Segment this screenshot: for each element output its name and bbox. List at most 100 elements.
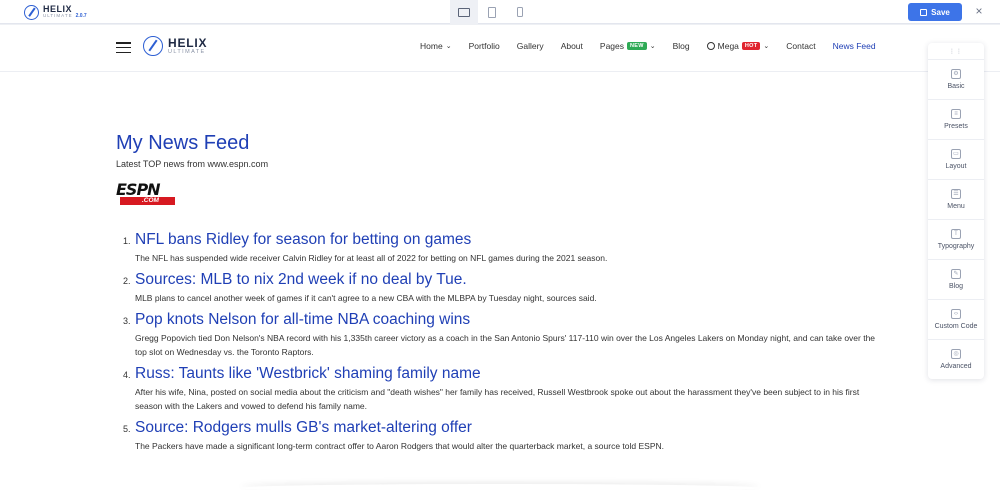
panel-presets-icon: ≡ — [951, 109, 961, 119]
tablet-view-button[interactable] — [478, 0, 506, 24]
nav-item-home[interactable]: Home ⌄ — [420, 41, 452, 51]
preview-bottom-edge — [240, 484, 760, 490]
panel-basic-icon: ⚙ — [951, 69, 961, 79]
panel-item-label: Blog — [948, 283, 963, 290]
nav-item-label: Gallery — [516, 41, 544, 51]
site-preview: HELIX ULTIMATE Home ⌄ Portfolio Gallery Abou… — [0, 25, 1000, 490]
nav-item-blog[interactable]: Blog — [673, 41, 690, 51]
news-description: Gregg Popovich tied Don Nelson's NBA rec… — [135, 333, 876, 357]
news-item: 4. Russ: Taunts like 'Westbrick' shaming … — [116, 363, 886, 413]
builder-logo-sub: ULTIMATE — [43, 13, 73, 19]
save-button[interactable]: Save — [908, 3, 962, 21]
panel-item-advanced[interactable]: ◎ Advanced — [928, 339, 984, 379]
mobile-view-button[interactable] — [506, 0, 534, 24]
mobile-icon — [517, 7, 523, 17]
nav-item-label: Contact — [786, 41, 816, 51]
helix-logo-icon — [24, 4, 39, 20]
panel-item-blog[interactable]: ✎ Blog — [928, 259, 984, 299]
panel-custom-code-icon: ‹› — [951, 309, 961, 319]
chevron-down-icon: ⌄ — [445, 43, 452, 50]
panel-item-label: Advanced — [940, 363, 972, 370]
news-headline-link[interactable]: Russ: Taunts like 'Westbrick' shaming fa… — [135, 363, 886, 384]
news-description: The Packers have made a significant long… — [135, 441, 665, 451]
panel-item-label: Presets — [944, 123, 968, 130]
nav-item-label: News Feed — [832, 41, 876, 51]
nav-item-pages[interactable]: Pages NEW ⌄ — [600, 41, 656, 51]
nav-item-contact[interactable]: Contact — [786, 41, 815, 51]
tablet-icon — [488, 6, 496, 18]
site-logo[interactable]: HELIX ULTIMATE — [143, 36, 207, 56]
chevron-down-icon: ⌄ — [763, 43, 770, 50]
news-item-number: 4. — [123, 370, 131, 380]
panel-item-label: Basic — [947, 83, 965, 90]
page-subtitle: Latest TOP news from www.espn.com — [116, 159, 269, 169]
news-item: 5. Source: Rodgers mulls GB's market-alte… — [116, 417, 886, 453]
news-item-number: 1. — [123, 236, 131, 246]
espn-logo-sub: .COM — [120, 197, 175, 205]
nav-item-label: Blog — [672, 41, 690, 51]
news-item-number: 2. — [123, 276, 131, 286]
panel-item-typography[interactable]: T Typography — [928, 219, 984, 259]
nav-item-news-feed[interactable]: News Feed — [833, 41, 876, 51]
panel-item-custom-code[interactable]: ‹› Custom Code — [928, 299, 984, 339]
panel-blog-icon: ✎ — [951, 269, 961, 279]
panel-item-layout[interactable]: ▭ Layout — [928, 139, 984, 179]
desktop-icon — [458, 7, 470, 17]
close-icon[interactable]: × — [972, 4, 986, 18]
nav-item-label: About — [560, 41, 583, 51]
news-headline-link[interactable]: Sources: MLB to nix 2nd week if no deal … — [135, 269, 886, 290]
panel-item-menu[interactable]: ☰ Menu — [928, 179, 984, 219]
desktop-view-button[interactable] — [450, 0, 478, 24]
site-logo-sub: ULTIMATE — [168, 48, 206, 55]
nav-item-label: Mega — [717, 41, 739, 51]
main-content: My News Feed Latest TOP news from www.es… — [116, 131, 886, 457]
news-headline-link[interactable]: Pop knots Nelson for all-time NBA coachi… — [135, 309, 886, 330]
panel-item-label: Typography — [937, 243, 975, 250]
site-logo-icon — [143, 36, 163, 56]
news-headline-link[interactable]: NFL bans Ridley for season for betting o… — [135, 229, 886, 250]
nav-item-label: Pages — [599, 41, 625, 51]
espn-logo: ESPN .COM — [116, 180, 180, 205]
nav-item-label: Portfolio — [468, 41, 500, 51]
news-description: MLB plans to cancel another week of game… — [135, 293, 597, 303]
news-item: 3. Pop knots Nelson for all-time NBA coac… — [116, 309, 886, 359]
nav-item-mega[interactable]: Mega HOT ⌄ — [706, 41, 770, 51]
news-item-number: 5. — [123, 424, 131, 434]
panel-menu-icon: ☰ — [951, 189, 961, 199]
nav-item-label: Home — [420, 41, 443, 51]
site-header: HELIX ULTIMATE Home ⌄ Portfolio Gallery Abou… — [0, 25, 1000, 72]
globe-icon — [706, 42, 715, 50]
news-item-number: 3. — [123, 316, 131, 326]
site-logo-title: HELIX — [168, 35, 208, 50]
news-list: 1. NFL bans Ridley for season for betting… — [116, 229, 886, 453]
panel-item-label: Custom Code — [934, 323, 978, 330]
news-description: After his wife, Nina, posted on social m… — [135, 387, 860, 411]
panel-item-label: Menu — [947, 203, 965, 210]
panel-item-presets[interactable]: ≡ Presets — [928, 99, 984, 139]
builder-logo: HELIX ULTIMATE 2.0.7 — [24, 4, 87, 20]
builder-toolbar: HELIX ULTIMATE 2.0.7 Save × — [0, 0, 1000, 24]
news-item: 1. NFL bans Ridley for season for betting… — [116, 229, 886, 265]
hamburger-menu-icon[interactable] — [116, 42, 131, 53]
espn-logo-text: ESPN — [116, 180, 161, 199]
news-description: The NFL has suspended wide receiver Calv… — [135, 253, 608, 263]
panel-advanced-icon: ◎ — [951, 349, 961, 359]
news-headline-link[interactable]: Source: Rodgers mulls GB's market-alteri… — [135, 417, 886, 438]
builder-version: 2.0.7 — [75, 12, 87, 19]
save-icon — [920, 8, 928, 16]
page-title: My News Feed — [116, 132, 250, 154]
nav-item-portfolio[interactable]: Portfolio — [469, 41, 500, 51]
device-switcher — [450, 0, 534, 24]
panel-drag-handle-icon[interactable]: ⋮⋮ — [928, 43, 984, 59]
save-button-label: Save — [931, 7, 950, 17]
nav-item-gallery[interactable]: Gallery — [517, 41, 544, 51]
nav-badge-new: NEW — [627, 42, 647, 50]
panel-item-basic[interactable]: ⚙ Basic — [928, 59, 984, 99]
nav-item-about[interactable]: About — [561, 41, 583, 51]
news-item: 2. Sources: MLB to nix 2nd week if no dea… — [116, 269, 886, 305]
panel-typography-icon: T — [951, 229, 961, 239]
panel-layout-icon: ▭ — [951, 149, 961, 159]
panel-item-label: Layout — [945, 163, 967, 170]
options-panel: ⋮⋮ ⚙ Basic ≡ Presets ▭ Layout ☰ Menu T Typography… — [928, 43, 984, 379]
main-nav: Home ⌄ Portfolio Gallery About Pages NEW ⌄ Blog M… — [420, 41, 876, 51]
